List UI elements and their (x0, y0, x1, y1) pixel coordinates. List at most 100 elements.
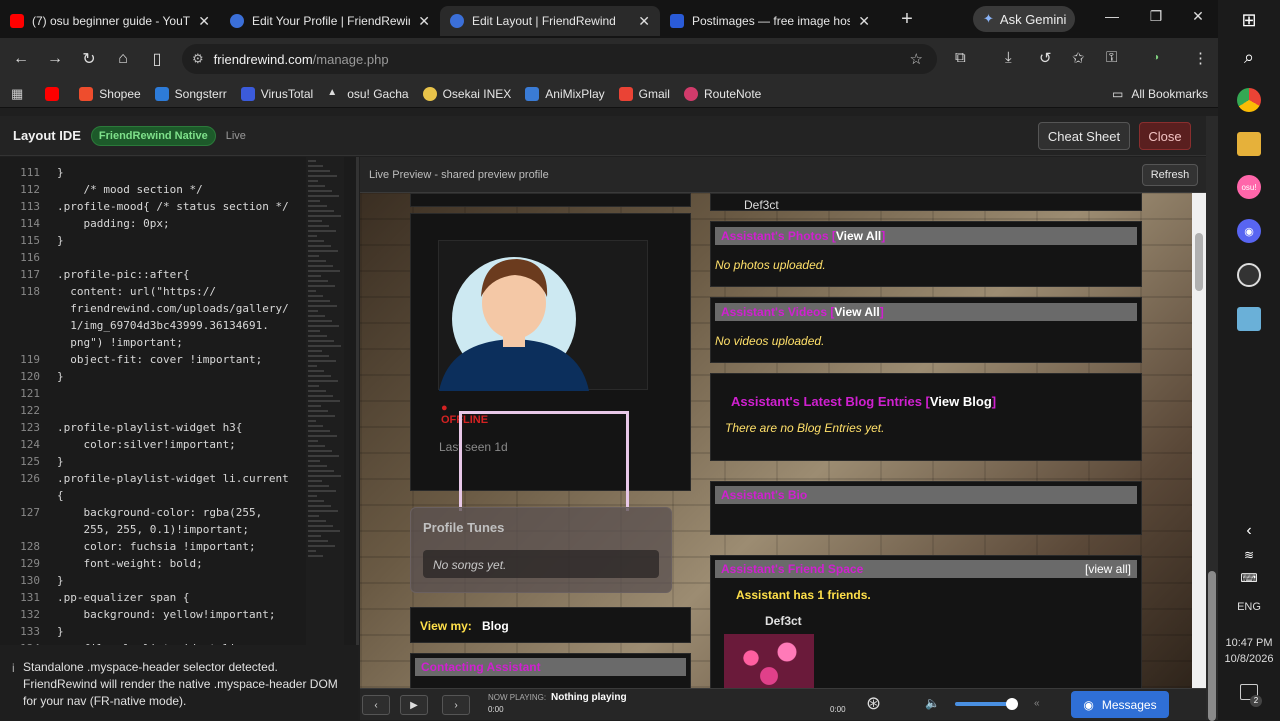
code-line[interactable]: friendrewind.com/uploads/gallery/ (57, 302, 289, 315)
messages-button[interactable]: ◉ Messages (1071, 691, 1169, 718)
osu-icon[interactable]: osu! (1237, 175, 1261, 199)
code-line[interactable]: .profile-playlist-widget h3{ (57, 421, 242, 434)
bookmark-virustotal[interactable]: VirusTotal (240, 86, 313, 101)
bookmark-gmail[interactable]: Gmail (618, 86, 670, 101)
cheat-sheet-button[interactable]: Cheat Sheet (1038, 122, 1130, 150)
discord-icon[interactable]: ◉ (1237, 219, 1261, 243)
favorites-icon[interactable]: ✩ (1072, 49, 1085, 67)
code-line[interactable]: } (57, 574, 64, 587)
live-preview[interactable]: ● OFFLINE Last seen 1d Profile Tunes No s… (360, 193, 1206, 688)
close-icon[interactable]: ✕ (418, 13, 430, 30)
app-icon[interactable] (1237, 307, 1261, 331)
keyboard-icon[interactable]: ⌨ (1237, 566, 1261, 590)
close-icon[interactable]: ✕ (638, 13, 650, 30)
view-my-blog-link[interactable]: Blog (482, 619, 509, 633)
code-line[interactable]: } (57, 455, 64, 468)
window-close-button[interactable]: ✕ (1178, 8, 1218, 25)
minimize-button[interactable]: — (1092, 8, 1132, 24)
bookmark-osu-gacha[interactable]: ▲ osu! Gacha (327, 87, 408, 101)
menu-icon[interactable]: ⋮ (1193, 49, 1208, 67)
extensions-icon[interactable]: ⧉ (955, 49, 966, 66)
code-line[interactable]: /* mood section */ (57, 183, 202, 196)
pane-divider[interactable] (356, 157, 359, 645)
volume-thumb[interactable] (1006, 698, 1018, 710)
code-line[interactable]: } (57, 166, 64, 179)
bookmark-shopee[interactable]: Shopee (79, 86, 141, 101)
code-line[interactable]: color:silver!important; (57, 438, 235, 451)
photos-view-all-link[interactable]: View All (836, 229, 881, 243)
equalizer-icon[interactable]: ⊛ (866, 693, 881, 714)
history-icon[interactable]: ↺ (1039, 49, 1052, 67)
scroll-thumb[interactable] (1195, 233, 1203, 291)
code-line[interactable]: background: yellow!important; (57, 608, 275, 621)
code-line[interactable]: .profile-mood{ /* status section */ (57, 200, 289, 213)
new-tab-button[interactable]: + (892, 8, 922, 31)
code-line[interactable]: } (57, 234, 64, 247)
code-line[interactable]: font-weight: bold; (57, 557, 202, 570)
page-scrollbar[interactable] (1206, 116, 1218, 721)
tab-edit-profile[interactable]: Edit Your Profile | FriendRewind ✕ (220, 6, 440, 36)
chevron-left-icon[interactable]: ‹ (1237, 519, 1261, 543)
friend-top-name[interactable]: Def3ct (744, 198, 779, 212)
back-icon[interactable]: ← (4, 50, 38, 68)
reload-icon[interactable]: ↻ (72, 49, 106, 69)
sidebar-icon[interactable]: ▯ (140, 49, 174, 69)
profile-icon[interactable]: ◑ (1153, 52, 1159, 63)
close-ide-button[interactable]: Close (1139, 122, 1191, 150)
search-icon[interactable]: ⌕ (1237, 45, 1261, 69)
bookmark-routenote[interactable]: RouteNote (683, 86, 761, 101)
code-line[interactable]: content: url("https:// (57, 285, 216, 298)
bookmark-osekai[interactable]: Osekai INEX (422, 86, 511, 101)
preview-scrollbar[interactable] (1192, 193, 1206, 688)
close-icon[interactable]: ✕ (858, 13, 870, 30)
close-icon[interactable]: ✕ (198, 13, 210, 30)
next-icon[interactable]: › (442, 695, 470, 715)
play-icon[interactable]: ▶ (400, 695, 428, 715)
obs-icon[interactable] (1237, 263, 1261, 287)
bookmark-youtube[interactable] (45, 86, 65, 101)
bookmark-animixplay[interactable]: AniMixPlay (525, 86, 605, 101)
volume-slider[interactable] (955, 702, 1013, 706)
code-line[interactable]: .profile-playlist-widget li.current (57, 472, 289, 485)
tab-postimages[interactable]: Postimages — free image hosting ✕ (660, 6, 880, 36)
refresh-button[interactable]: Refresh (1142, 164, 1198, 186)
code-line[interactable]: 1/img_69704d3bc43999.36134691. (57, 319, 269, 332)
code-line[interactable]: .profile-pic::after{ (57, 268, 189, 281)
clock-time[interactable]: 10:47 PM (1218, 637, 1280, 649)
tab-edit-layout[interactable]: Edit Layout | FriendRewind ✕ (440, 6, 660, 36)
code-line[interactable]: object-fit: cover !important; (57, 353, 262, 366)
collapse-icon[interactable]: « (1034, 698, 1040, 709)
view-blog-link[interactable]: View Blog (930, 394, 992, 409)
home-icon[interactable]: ⌂ (106, 50, 140, 68)
code-line[interactable]: } (57, 625, 64, 638)
friends-view-all-link[interactable]: [view all] (1085, 560, 1131, 578)
key-icon[interactable]: ⚿ (1106, 49, 1117, 66)
address-bar[interactable]: ⚙ friendrewind.com/manage.php ☆ (182, 44, 937, 74)
bookmark-songsterr[interactable]: Songsterr (154, 86, 227, 101)
code-line[interactable]: { (57, 489, 64, 502)
chrome-icon[interactable] (1237, 88, 1261, 112)
code-line[interactable]: } (57, 370, 64, 383)
language-indicator[interactable]: ENG (1218, 601, 1280, 613)
forward-icon[interactable]: → (38, 50, 72, 68)
apps-icon[interactable]: ▦ (11, 86, 23, 102)
scroll-thumb[interactable] (1208, 571, 1216, 721)
windows-start-icon[interactable]: ⊞ (1237, 8, 1261, 32)
maximize-button[interactable]: ❐ (1136, 8, 1176, 25)
friend-avatar[interactable] (724, 634, 814, 688)
code-line[interactable]: padding: 0px; (57, 217, 169, 230)
site-info-icon[interactable]: ⚙ (192, 51, 204, 67)
code-line[interactable]: background-color: rgba(255, (57, 506, 262, 519)
friend-name[interactable]: Def3ct (765, 614, 802, 628)
videos-view-all-link[interactable]: View All (834, 305, 879, 319)
code-line[interactable]: color: fuchsia !important; (57, 540, 255, 553)
code-line[interactable]: .pp-equalizer span { (57, 591, 189, 604)
code-editor[interactable]: 111} 112 /* mood section */ 113 .profile-mo… (0, 157, 358, 645)
all-bookmarks[interactable]: ▭ All Bookmarks (1112, 87, 1208, 101)
code-line[interactable]: 255, 255, 0.1)!important; (57, 523, 249, 536)
previous-icon[interactable]: ‹ (362, 695, 390, 715)
bookmark-star-icon[interactable]: ☆ (910, 50, 923, 68)
code-line[interactable]: png") !important; (57, 336, 183, 349)
code-minimap[interactable] (306, 157, 344, 645)
wifi-icon[interactable]: ≋ (1237, 543, 1261, 567)
